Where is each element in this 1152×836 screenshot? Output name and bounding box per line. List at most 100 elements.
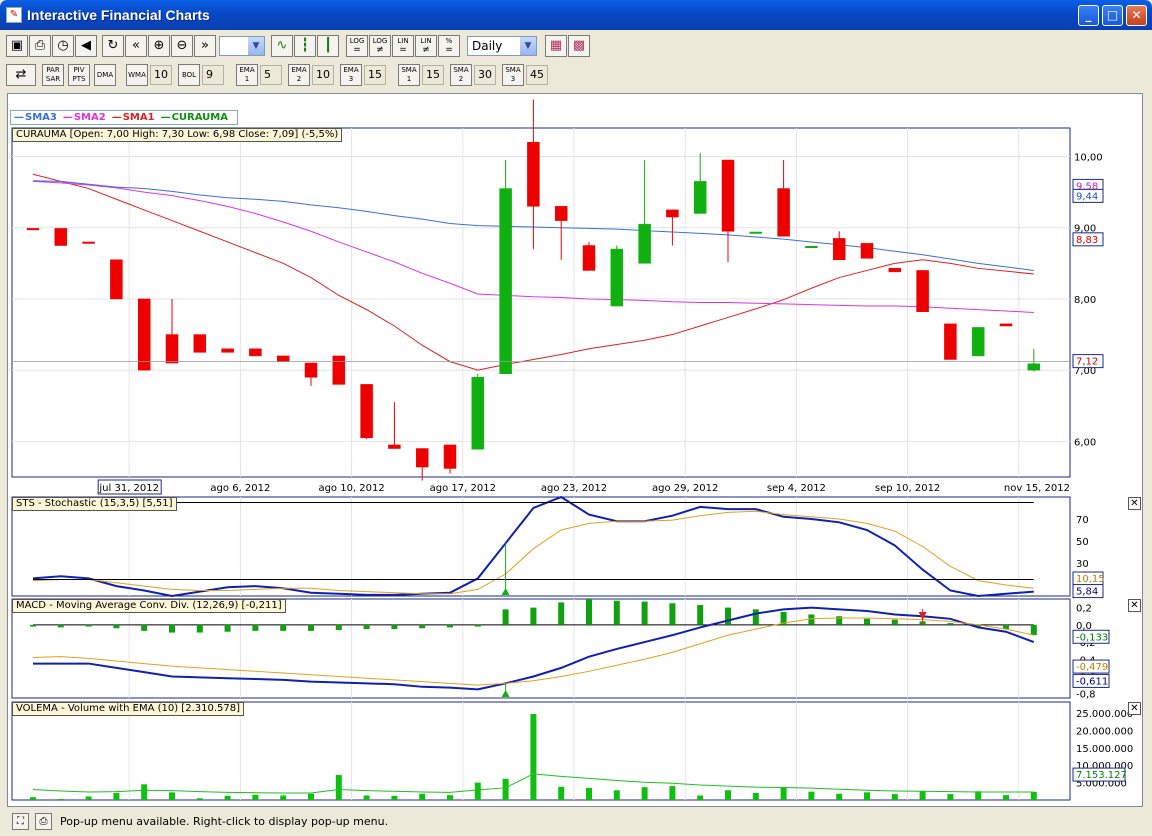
volume-bar (697, 795, 704, 800)
legend-label: SMA1 (122, 112, 155, 123)
volume-bar (169, 792, 175, 800)
macd-badge-text: -0,479 (1076, 662, 1108, 673)
vol-tick-label: 25.000.000 (1076, 709, 1133, 720)
close-sts-panel-button[interactable]: ✕ (1128, 497, 1141, 510)
macd-tick-label: 0,2 (1076, 604, 1092, 615)
volume-bar (1030, 791, 1037, 800)
volume-bar (780, 787, 787, 800)
macd-histogram-bar (30, 624, 36, 627)
volume-bar (474, 782, 481, 800)
candle-body (332, 355, 346, 385)
macd-histogram-bar (725, 607, 731, 625)
sts-tick-label: 30 (1076, 559, 1089, 570)
vol-panel (11, 701, 1071, 801)
price-badge-text: 7,12 (1076, 357, 1098, 368)
candle-body (249, 348, 262, 357)
macd-histogram-bar (641, 601, 648, 625)
candle-body (137, 298, 151, 371)
candle-body (82, 241, 95, 244)
x-axis-label: ago 23, 2012 (541, 483, 607, 494)
macd-histogram-bar (474, 624, 481, 627)
close-vol-panel-button[interactable]: ✕ (1128, 702, 1141, 715)
macd-tick-label: -0,8 (1076, 690, 1096, 701)
candle-body (777, 188, 790, 237)
legend-label: SMA2 (73, 112, 106, 123)
x-axis-label: sep 10, 2012 (875, 483, 940, 494)
candle-body (610, 248, 624, 307)
volume-bar (141, 784, 148, 800)
legend-item: —SMA1 (112, 112, 158, 123)
sts-tick-label: 50 (1076, 537, 1089, 548)
candle-body (971, 327, 985, 357)
x-axis-label: sep 4, 2012 (767, 483, 826, 494)
macd-badge-text: -0,611 (1076, 676, 1108, 687)
macd-histogram-bar (141, 624, 148, 631)
macd-histogram-bar (891, 619, 898, 625)
candle-body (832, 238, 846, 261)
fullscreen-icon[interactable]: ⛶ (12, 813, 29, 830)
candle-body (110, 259, 123, 300)
volume-bar (836, 793, 843, 800)
volume-bar (530, 714, 537, 800)
volume-bar (752, 793, 759, 800)
x-axis-label: jul 31, 2012 (98, 483, 159, 494)
candle-body (554, 206, 568, 221)
volume-bar (391, 795, 398, 800)
macd-histogram-bar (447, 624, 453, 628)
sts-panel-label: STS - Stochastic (15,3,5) [5,51] (12, 497, 177, 511)
volume-bar (919, 791, 926, 800)
volume-bar (864, 792, 870, 800)
candle-body (693, 181, 707, 214)
macd-histogram-bar (419, 624, 426, 629)
sts-badge-text: 10,15 (1076, 574, 1105, 585)
price-tick-label: 10,00 (1074, 152, 1103, 163)
legend-item: —CURAUMA (161, 112, 231, 123)
candle-body (54, 228, 68, 246)
close-macd-panel-button[interactable]: ✕ (1128, 599, 1141, 612)
candle-body (721, 159, 735, 232)
macd-histogram-bar (502, 609, 509, 625)
price-badge-text: 9,44 (1076, 191, 1098, 202)
volume-bar (224, 795, 231, 800)
print-icon[interactable]: ⎙ (35, 813, 52, 830)
candle-body (666, 209, 679, 218)
x-axis-label: ago 10, 2012 (318, 483, 384, 494)
volume-bar (252, 794, 259, 800)
macd-histogram-bar (252, 624, 259, 631)
price-tick-label: 6,00 (1074, 437, 1096, 448)
macd-histogram-bar (391, 624, 398, 630)
macd-panel-label: MACD - Moving Average Conv. Div. (12,26,… (12, 599, 286, 613)
legend-label: CURAUMA (171, 112, 228, 123)
volume-bar (975, 791, 982, 800)
volume-bar (196, 798, 203, 800)
x-axis-label: ago 29, 2012 (652, 483, 718, 494)
volume-bar (30, 797, 36, 800)
candle-body (360, 384, 373, 439)
candle-body (26, 228, 40, 231)
vol-panel-label: VOLEMA - Volume with EMA (10) [2.310.578… (12, 702, 244, 716)
vol-tick-label: 15.000.000 (1076, 744, 1133, 755)
vol-badge-text: 7.153.127 (1076, 770, 1127, 781)
vol-tick-label: 20.000.000 (1076, 726, 1133, 737)
macd-histogram-bar (613, 600, 620, 625)
macd-histogram-bar (697, 605, 704, 625)
price-panel (11, 127, 1071, 478)
volume-bar (113, 793, 120, 800)
macd-histogram-bar (586, 599, 592, 625)
macd-histogram-bar (113, 624, 120, 629)
status-bar: ⛶ ⎙ Pop-up menu available. Right-click t… (0, 808, 1152, 836)
legend-label: SMA3 (25, 112, 57, 123)
legend-line-icon: — (62, 112, 73, 123)
candle-body (221, 348, 234, 353)
macd-histogram-bar (224, 624, 231, 632)
candle-body (1027, 363, 1041, 371)
volume-bar (725, 790, 731, 800)
price-panel-label: CURAUMA [Open: 7,00 High: 7,30 Low: 6,98… (12, 128, 343, 142)
macd-histogram-bar (808, 614, 815, 625)
macd-histogram-bar (1030, 624, 1037, 636)
volume-bar (613, 790, 620, 800)
macd-histogram-bar (558, 602, 565, 625)
legend-item: —SMA2 (63, 112, 109, 123)
macd-histogram-bar (335, 624, 342, 630)
candle-body (193, 334, 207, 353)
